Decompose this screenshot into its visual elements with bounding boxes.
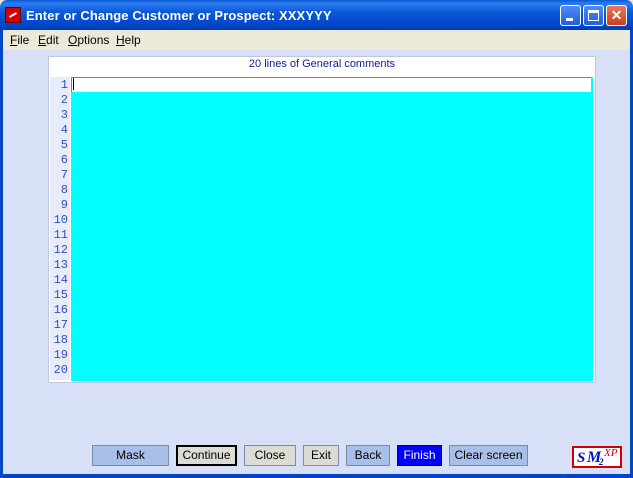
line-number: 9 [60,198,68,212]
comment-line-1[interactable] [71,77,591,92]
line-number: 20 [53,363,68,377]
finish-button[interactable]: Finish [397,445,442,466]
menu-edit[interactable]: Edit [38,33,59,47]
smxp-logo: S M 2 XP [572,446,622,468]
maximize-icon [588,10,599,21]
line-number: 5 [60,138,68,152]
line-number: 17 [53,318,68,332]
line-number: 1 [60,78,68,92]
app-icon[interactable] [5,7,21,23]
line-number: 15 [53,288,68,302]
line-number: 7 [60,168,68,182]
line-number: 14 [53,273,68,287]
menu-options[interactable]: Options [68,33,109,47]
menu-file[interactable]: File [10,33,29,47]
title-bar[interactable]: Enter or Change Customer or Prospect: XX… [0,0,633,30]
close-button[interactable]: Close [244,445,296,466]
line-number: 6 [60,153,68,167]
menu-help[interactable]: Help [116,33,141,47]
minimize-button[interactable] [560,5,581,26]
comments-header: 20 lines of General comments [248,58,396,70]
close-window-button[interactable]: ✕ [606,5,627,26]
maximize-button[interactable] [583,5,604,26]
comments-textarea[interactable] [71,77,593,381]
clear-screen-button[interactable]: Clear screen [449,445,528,466]
continue-button[interactable]: Continue [176,445,237,466]
window-frame-bottom [0,474,633,478]
line-number: 13 [53,258,68,272]
line-number: 12 [53,243,68,257]
line-number: 18 [53,333,68,347]
line-number: 11 [53,228,68,242]
line-number: 2 [60,93,68,107]
window-title: Enter or Change Customer or Prospect: XX… [26,8,332,23]
line-number: 19 [53,348,68,362]
menu-bar: File Edit Options Help [3,30,630,50]
line-number: 8 [60,183,68,197]
mask-button[interactable]: Mask [92,445,169,466]
back-button[interactable]: Back [346,445,390,466]
line-number: 16 [53,303,68,317]
line-number: 4 [60,123,68,137]
comments-panel: 20 lines of General comments 1 2 3 4 5 6… [48,56,596,383]
minimize-icon [566,18,573,21]
exit-button[interactable]: Exit [303,445,339,466]
text-caret [73,78,74,90]
line-number-gutter: 1 2 3 4 5 6 7 8 9 10 11 12 13 14 15 16 1… [50,77,70,380]
close-icon: ✕ [610,7,623,23]
line-number: 3 [60,108,68,122]
line-number: 10 [53,213,68,227]
